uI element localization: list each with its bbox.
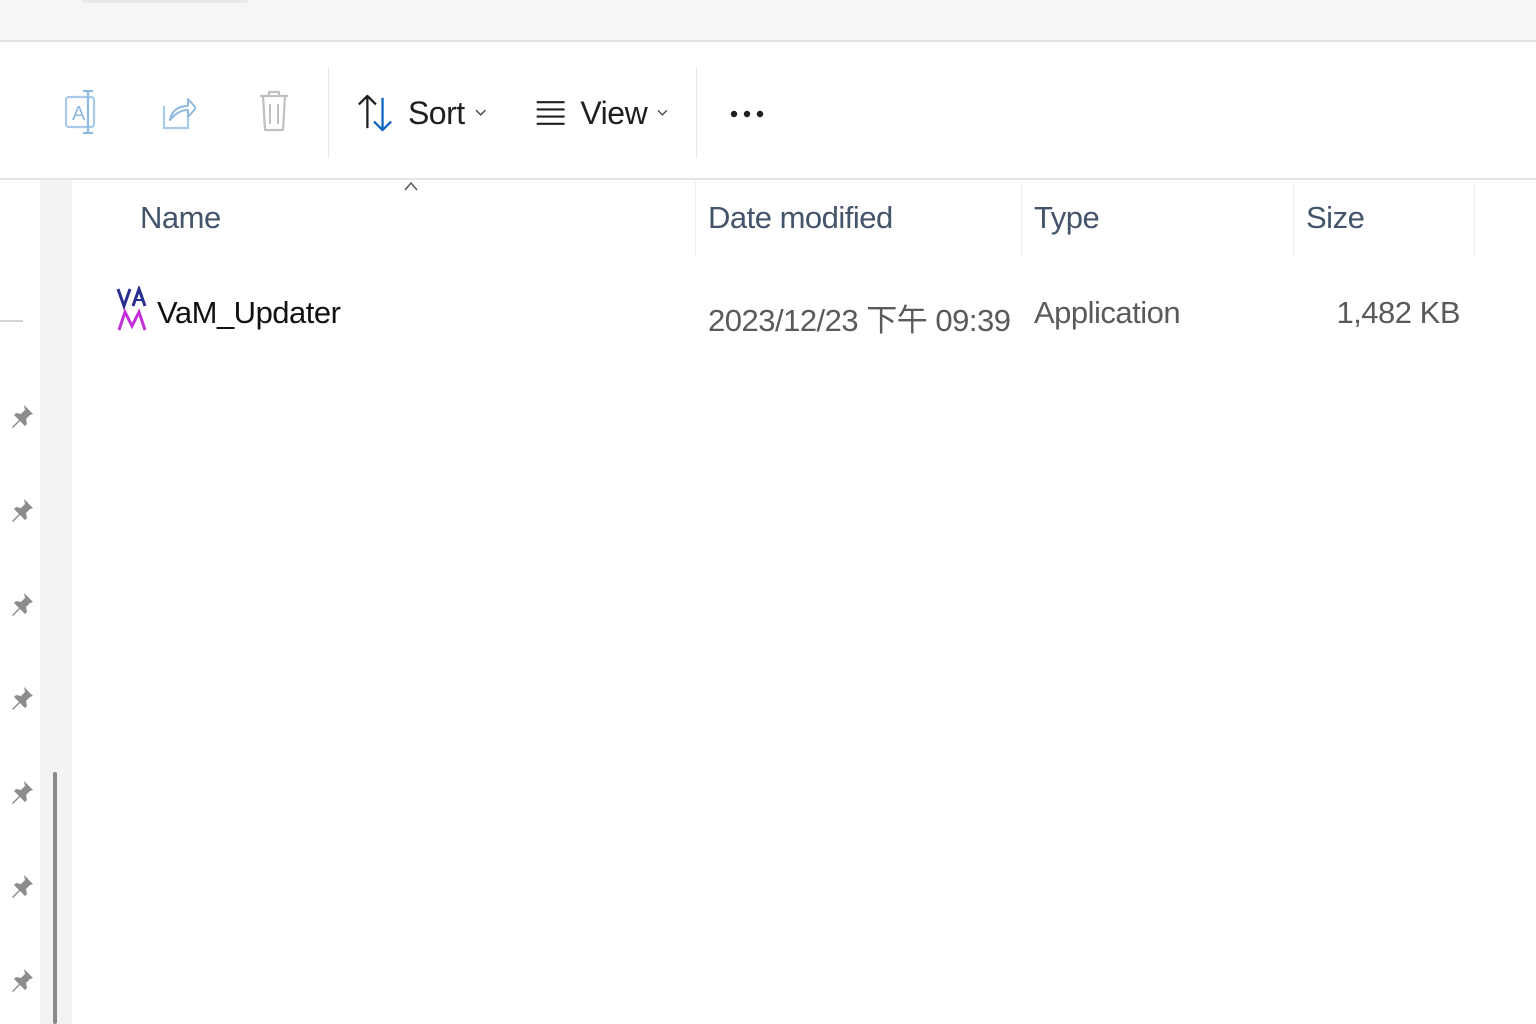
column-divider[interactable]: [1474, 182, 1475, 256]
toolbar-divider: [328, 68, 329, 158]
pin-icon[interactable]: [8, 966, 36, 994]
more-options-button[interactable]: [718, 90, 776, 138]
delete-button[interactable]: [244, 82, 304, 142]
more-icon: [730, 110, 764, 118]
chevron-down-icon: [475, 109, 486, 116]
column-header-type[interactable]: Type: [1034, 200, 1100, 236]
column-header-size[interactable]: Size: [1306, 200, 1365, 236]
svg-text:A: A: [72, 103, 86, 125]
column-header-date-modified[interactable]: Date modified: [708, 200, 893, 236]
command-bar: A Sort View: [0, 42, 1536, 180]
chevron-down-icon: [657, 109, 668, 116]
nav-divider: [0, 320, 23, 322]
pin-icon[interactable]: [8, 496, 36, 524]
file-size: 1,482 KB: [1336, 295, 1460, 330]
column-divider[interactable]: [695, 182, 696, 256]
toolbar-divider: [696, 68, 697, 158]
view-label: View: [580, 94, 648, 131]
pin-icon[interactable]: [8, 590, 36, 618]
vam-app-icon: [116, 286, 147, 331]
column-header-name[interactable]: Name: [140, 200, 221, 236]
rename-icon: A: [64, 89, 96, 135]
sort-icon: [358, 94, 392, 132]
pin-icon[interactable]: [8, 872, 36, 900]
view-list-icon: [536, 101, 565, 125]
title-bar: [0, 0, 1536, 42]
sort-button[interactable]: Sort: [356, 84, 486, 142]
file-date-modified: 2023/12/23 下午 09:39: [708, 303, 1011, 338]
share-button[interactable]: [148, 82, 208, 142]
nav-scrollbar-thumb[interactable]: [53, 772, 57, 1024]
trash-icon: [260, 90, 288, 132]
pin-icon[interactable]: [8, 402, 36, 430]
tab-edge[interactable]: [82, 0, 248, 3]
file-type: Application: [1034, 295, 1181, 330]
column-divider[interactable]: [1293, 182, 1294, 256]
pin-icon[interactable]: [8, 684, 36, 712]
share-icon: [162, 98, 196, 130]
pin-icon[interactable]: [8, 778, 36, 806]
sort-label: Sort: [407, 94, 465, 131]
sort-ascending-caret-icon: [404, 181, 418, 191]
view-button[interactable]: View: [534, 84, 668, 142]
rename-button[interactable]: A: [52, 82, 112, 142]
file-name[interactable]: VaM_Updater: [157, 295, 341, 331]
column-divider[interactable]: [1021, 182, 1022, 256]
